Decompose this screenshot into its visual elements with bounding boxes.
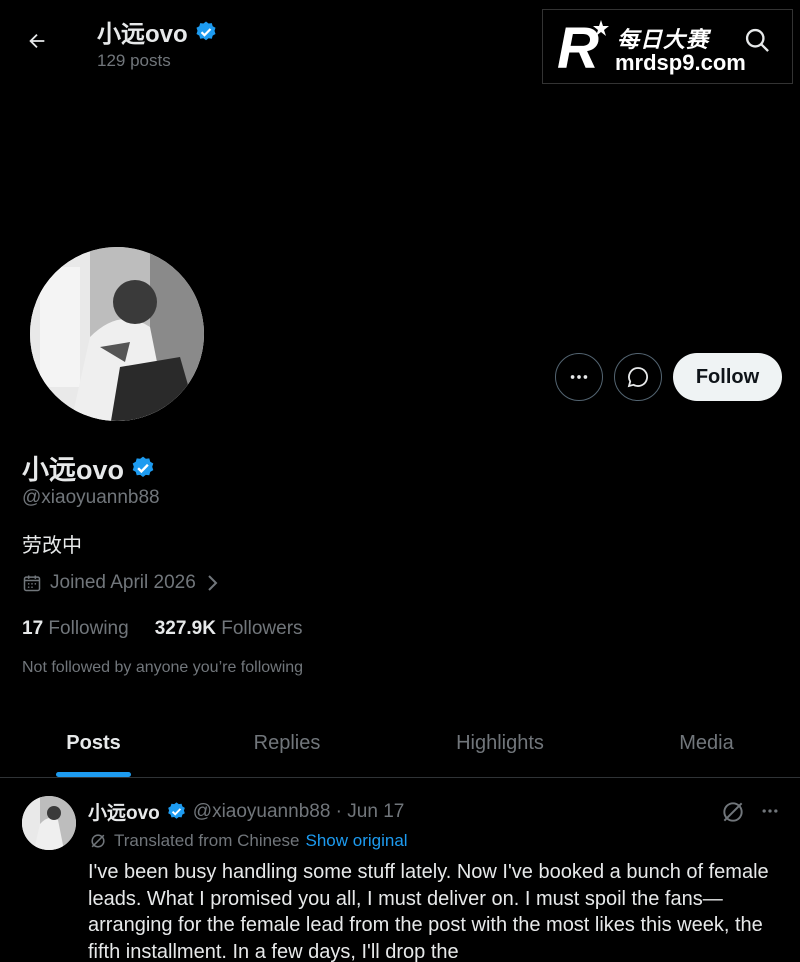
following-count: 17 [22, 618, 44, 639]
post-item[interactable]: 小远ovo @xiaoyuannb88 · Jun 17 Translated … [0, 779, 800, 962]
svg-text:R: R [557, 18, 599, 76]
profile-bio: 劳改中 [22, 535, 82, 557]
following-stat[interactable]: 17 Following [22, 618, 129, 640]
post-handle-date[interactable]: @xiaoyuannb88 · Jun 17 [193, 801, 405, 823]
watermark: R 每日大赛 mrdsp9.com [542, 9, 793, 84]
not-followed-note: Not followed by anyone you’re following [22, 659, 304, 676]
post-avatar-photo [22, 796, 76, 850]
post-avatar[interactable] [22, 796, 76, 850]
follow-stats: 17 Following 327.9K Followers [22, 618, 303, 640]
translate-icon [91, 834, 105, 848]
following-label: Following [48, 618, 129, 639]
tab-highlights[interactable]: Highlights [387, 708, 613, 778]
watermark-url: mrdsp9.com [615, 50, 746, 75]
verified-badge-icon [132, 456, 154, 477]
joined-date-row[interactable]: Joined April 2026 [22, 572, 220, 594]
post-header: 小远ovo @xiaoyuannb88 · Jun 17 [88, 798, 404, 825]
translated-label: Translated from Chinese [114, 831, 300, 850]
more-icon [570, 375, 588, 379]
translation-row: Translated from Chinese Show original [88, 831, 408, 851]
back-button[interactable] [22, 26, 52, 56]
active-tab-indicator [56, 772, 131, 777]
message-button[interactable] [614, 353, 662, 401]
header-posts-count: 129 posts [97, 51, 171, 70]
display-name: 小远ovo [22, 455, 125, 485]
verified-badge-icon [167, 802, 185, 819]
tab-replies[interactable]: Replies [187, 708, 387, 778]
followers-label: Followers [221, 618, 303, 639]
watermark-logo: R [557, 18, 609, 76]
verified-badge-icon [196, 21, 216, 40]
profile-tabs: Posts Replies Highlights Media [0, 708, 800, 778]
header-name-row: 小远ovo [97, 14, 218, 49]
post-author-name[interactable]: 小远ovo [88, 798, 160, 825]
avatar-photo [30, 247, 204, 421]
joined-date: Joined April 2026 [50, 572, 196, 593]
header-name: 小远ovo [97, 21, 188, 48]
tab-media[interactable]: Media [613, 708, 800, 778]
more-options-button[interactable] [555, 353, 603, 401]
back-arrow-icon [29, 33, 45, 49]
show-original-link[interactable]: Show original [306, 831, 408, 851]
search-icon[interactable] [743, 26, 771, 54]
post-more-button[interactable] [756, 797, 784, 825]
post-text: I've been busy handling some stuff latel… [88, 861, 769, 962]
display-name-row: 小远ovo [22, 448, 156, 487]
chevron-right-icon [208, 575, 218, 591]
followers-stat[interactable]: 327.9K Followers [155, 618, 303, 640]
profile-avatar[interactable] [27, 244, 207, 424]
more-icon [762, 809, 778, 813]
profile-handle: @xiaoyuannb88 [22, 487, 160, 508]
grok-icon[interactable] [720, 799, 746, 825]
calendar-icon [23, 575, 41, 592]
followers-count: 327.9K [154, 618, 216, 639]
follow-button[interactable]: Follow [673, 353, 782, 401]
message-icon [627, 367, 648, 388]
tab-posts[interactable]: Posts [0, 708, 187, 778]
